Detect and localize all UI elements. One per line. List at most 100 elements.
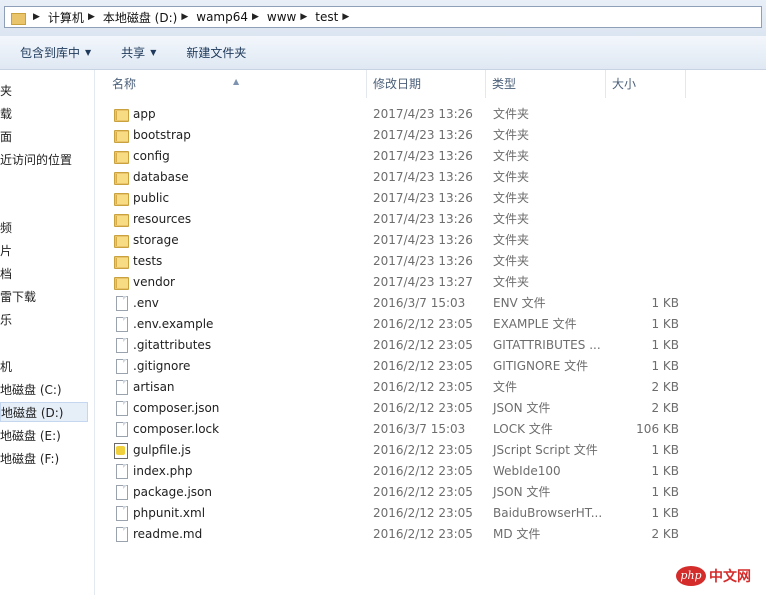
file-type: MD 文件 — [493, 527, 541, 541]
file-name: vendor — [133, 275, 175, 289]
nav-item[interactable]: 地磁盘 (F:) — [0, 449, 59, 469]
file-icon — [113, 506, 129, 521]
file-row[interactable]: .gitattributes 2016/2/12 23:05 GITATTRIBUT… — [95, 335, 766, 356]
file-row[interactable]: app 2017/4/23 13:26 文件夹 — [95, 104, 766, 125]
column-header-date[interactable]: 修改日期 — [367, 70, 486, 98]
chevron-right-icon[interactable]: ▶ — [342, 12, 349, 22]
share-button[interactable]: 共享 ▼ — [121, 44, 156, 61]
file-date: 2017/4/23 13:26 — [373, 128, 473, 142]
file-row[interactable]: public 2017/4/23 13:26 文件夹 — [95, 188, 766, 209]
file-type: 文件夹 — [493, 128, 530, 142]
nav-item[interactable]: 面 — [0, 127, 12, 147]
file-size — [615, 272, 679, 293]
command-bar: 包含到库中 ▼ 共享 ▼ 新建文件夹 — [0, 36, 766, 70]
nav-item[interactable]: 夹 — [0, 81, 12, 101]
breadcrumb-item[interactable]: 本地磁盘 (D:) ▶ — [103, 9, 196, 26]
column-header-size[interactable]: 大小 — [606, 70, 686, 98]
file-row[interactable]: config 2017/4/23 13:26 文件夹 — [95, 146, 766, 167]
file-size: 2 KB — [651, 527, 679, 541]
nav-item[interactable]: 地磁盘 (D:) — [0, 402, 88, 422]
breadcrumb-item[interactable]: www ▶ — [267, 10, 315, 24]
file-row[interactable]: gulpfile.js 2016/2/12 23:05 JScript Script… — [95, 440, 766, 461]
file-type: BaiduBrowserHT... — [493, 506, 603, 520]
nav-item[interactable]: 频 — [0, 218, 12, 238]
file-row[interactable]: vendor 2017/4/23 13:27 文件夹 — [95, 272, 766, 293]
file-list: ▲ 名称 修改日期 类型 大小 app 2017/4/23 13:26 文件夹 boo… — [95, 70, 766, 595]
file-name: .env.example — [133, 317, 214, 331]
file-row[interactable]: .env.example 2016/2/12 23:05 EXAMPLE 文件 1 K… — [95, 314, 766, 335]
file-type: 文件夹 — [493, 212, 530, 226]
breadcrumb-label: 本地磁盘 (D:) — [102, 10, 178, 25]
nav-item[interactable]: 近访问的位置 — [0, 150, 72, 170]
chevron-down-icon: ▼ — [150, 48, 157, 57]
include-in-library-button[interactable]: 包含到库中 ▼ — [20, 44, 91, 61]
chevron-right-icon[interactable]: ▶ — [181, 12, 188, 22]
file-row[interactable]: artisan 2016/2/12 23:05 文件 2 KB — [95, 377, 766, 398]
file-icon — [113, 380, 129, 395]
file-type: LOCK 文件 — [493, 422, 553, 436]
file-date: 2017/4/23 13:26 — [373, 170, 473, 184]
nav-item[interactable]: 片 — [0, 241, 12, 261]
breadcrumb-item[interactable]: test ▶ — [315, 10, 357, 24]
chevron-right-icon[interactable]: ▶ — [88, 12, 95, 22]
file-size — [615, 146, 679, 167]
nav-item[interactable]: 地磁盘 (E:) — [0, 426, 61, 446]
file-row[interactable]: package.json 2016/2/12 23:05 JSON 文件 1 KB — [95, 482, 766, 503]
column-header-type[interactable]: 类型 — [486, 70, 606, 98]
file-size — [615, 251, 679, 272]
file-date: 2017/4/23 13:27 — [373, 275, 473, 289]
file-row[interactable]: .env 2016/3/7 15:03 ENV 文件 1 KB — [95, 293, 766, 314]
file-row[interactable]: storage 2017/4/23 13:26 文件夹 — [95, 230, 766, 251]
file-name: app — [133, 107, 156, 121]
nav-item[interactable]: 乐 — [0, 310, 12, 330]
file-name: bootstrap — [133, 128, 191, 142]
nav-item[interactable]: 地磁盘 (C:) — [0, 380, 62, 400]
chevron-right-icon[interactable]: ▶ — [300, 12, 307, 22]
file-date: 2016/2/12 23:05 — [373, 527, 473, 541]
folder-icon — [113, 191, 129, 206]
file-row[interactable]: composer.lock 2016/3/7 15:03 LOCK 文件 106 KB — [95, 419, 766, 440]
column-header-row: ▲ 名称 修改日期 类型 大小 — [95, 70, 766, 98]
column-header-name[interactable]: ▲ 名称 — [95, 70, 367, 98]
file-row[interactable]: readme.md 2016/2/12 23:05 MD 文件 2 KB — [95, 524, 766, 545]
file-row[interactable]: composer.json 2016/2/12 23:05 JSON 文件 2 KB — [95, 398, 766, 419]
column-header-name-label: 名称 — [112, 77, 137, 91]
file-row[interactable]: index.php 2016/2/12 23:05 WebIde100 1 KB — [95, 461, 766, 482]
file-row[interactable]: tests 2017/4/23 13:26 文件夹 — [95, 251, 766, 272]
file-size — [615, 209, 679, 230]
file-type: GITATTRIBUTES ... — [493, 338, 601, 352]
breadcrumb-item[interactable]: wamp64 ▶ — [196, 10, 267, 24]
file-size — [615, 167, 679, 188]
file-name: .env — [133, 296, 159, 310]
nav-item[interactable]: 档 — [0, 264, 12, 284]
folder-icon — [113, 212, 129, 227]
chevron-down-icon: ▼ — [85, 48, 92, 57]
nav-item[interactable]: 雷下载 — [0, 287, 36, 307]
file-name: composer.lock — [133, 422, 220, 436]
chevron-right-icon[interactable]: ▶ — [33, 12, 40, 22]
breadcrumb: 计算机 ▶ 本地磁盘 (D:) ▶ wamp64 ▶ www ▶ test ▶ — [48, 9, 357, 26]
script-icon — [113, 443, 129, 459]
file-type: 文件夹 — [493, 170, 530, 184]
file-type: JSON 文件 — [493, 401, 551, 415]
address-bar[interactable]: ▶ 计算机 ▶ 本地磁盘 (D:) ▶ wamp64 ▶ www ▶ test ▶ — [4, 6, 762, 28]
file-row[interactable]: resources 2017/4/23 13:26 文件夹 — [95, 209, 766, 230]
file-type: 文件夹 — [493, 233, 530, 247]
file-size: 1 KB — [651, 338, 679, 352]
file-row[interactable]: bootstrap 2017/4/23 13:26 文件夹 — [95, 125, 766, 146]
chevron-right-icon[interactable]: ▶ — [252, 12, 259, 22]
file-row[interactable]: database 2017/4/23 13:26 文件夹 — [95, 167, 766, 188]
file-row[interactable]: .gitignore 2016/2/12 23:05 GITIGNORE 文件 1 K… — [95, 356, 766, 377]
file-size: 2 KB — [651, 380, 679, 394]
nav-item[interactable]: 机 — [0, 357, 12, 377]
breadcrumb-item[interactable]: 计算机 ▶ — [48, 9, 103, 26]
file-size — [615, 230, 679, 251]
file-row[interactable]: phpunit.xml 2016/2/12 23:05 BaiduBrowserHT… — [95, 503, 766, 524]
new-folder-button[interactable]: 新建文件夹 — [186, 44, 246, 61]
nav-item[interactable]: 载 — [0, 104, 12, 124]
file-size: 1 KB — [651, 443, 679, 457]
column-header-type-label: 类型 — [492, 77, 517, 91]
breadcrumb-separator[interactable]: ▶ — [29, 12, 48, 22]
file-name: storage — [133, 233, 179, 247]
file-name: .gitattributes — [133, 338, 212, 352]
